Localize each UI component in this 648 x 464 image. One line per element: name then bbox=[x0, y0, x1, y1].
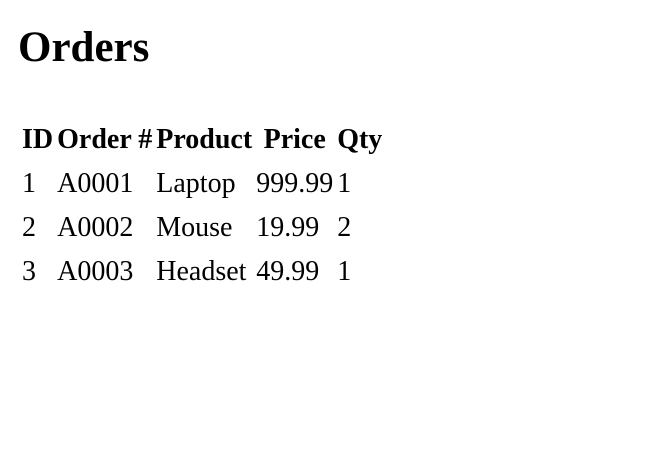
cell-qty: 1 bbox=[337, 256, 352, 287]
header-qty: Qty bbox=[337, 124, 383, 155]
cell-product: Mouse bbox=[156, 212, 233, 243]
orders-table: ID Order # Product Price Qty 1 A0001 Lap… bbox=[18, 116, 386, 296]
header-row: ID Order # Product Price Qty bbox=[22, 120, 382, 160]
cell-product: Laptop bbox=[156, 168, 236, 199]
table-row: 1 A0001 Laptop 999.99 1 bbox=[22, 164, 382, 204]
cell-price: 49.99 bbox=[256, 256, 320, 287]
cell-price: 19.99 bbox=[256, 212, 320, 243]
table-header: ID Order # Product Price Qty bbox=[22, 120, 382, 160]
cell-price: 999.99 bbox=[256, 168, 334, 199]
cell-id: 3 bbox=[22, 256, 36, 287]
header-order-number: Order # bbox=[57, 124, 153, 155]
cell-id: 1 bbox=[22, 168, 36, 199]
cell-order-number: A0002 bbox=[57, 212, 134, 243]
cell-order-number: A0003 bbox=[57, 256, 134, 287]
header-price: Price bbox=[263, 124, 326, 155]
page-title: Orders bbox=[18, 24, 150, 71]
header-product: Product bbox=[156, 124, 253, 155]
cell-id: 2 bbox=[22, 212, 36, 243]
cell-qty: 1 bbox=[337, 168, 352, 199]
table-row: 2 A0002 Mouse 19.99 2 bbox=[22, 208, 382, 248]
header-id: ID bbox=[22, 124, 54, 155]
table-body: 1 A0001 Laptop 999.99 1 2 A0002 Mouse 19… bbox=[22, 164, 382, 292]
cell-qty: 2 bbox=[337, 212, 352, 243]
cell-order-number: A0001 bbox=[57, 168, 134, 199]
cell-product: Headset bbox=[156, 256, 247, 287]
table-row: 3 A0003 Headset 49.99 1 bbox=[22, 252, 382, 292]
